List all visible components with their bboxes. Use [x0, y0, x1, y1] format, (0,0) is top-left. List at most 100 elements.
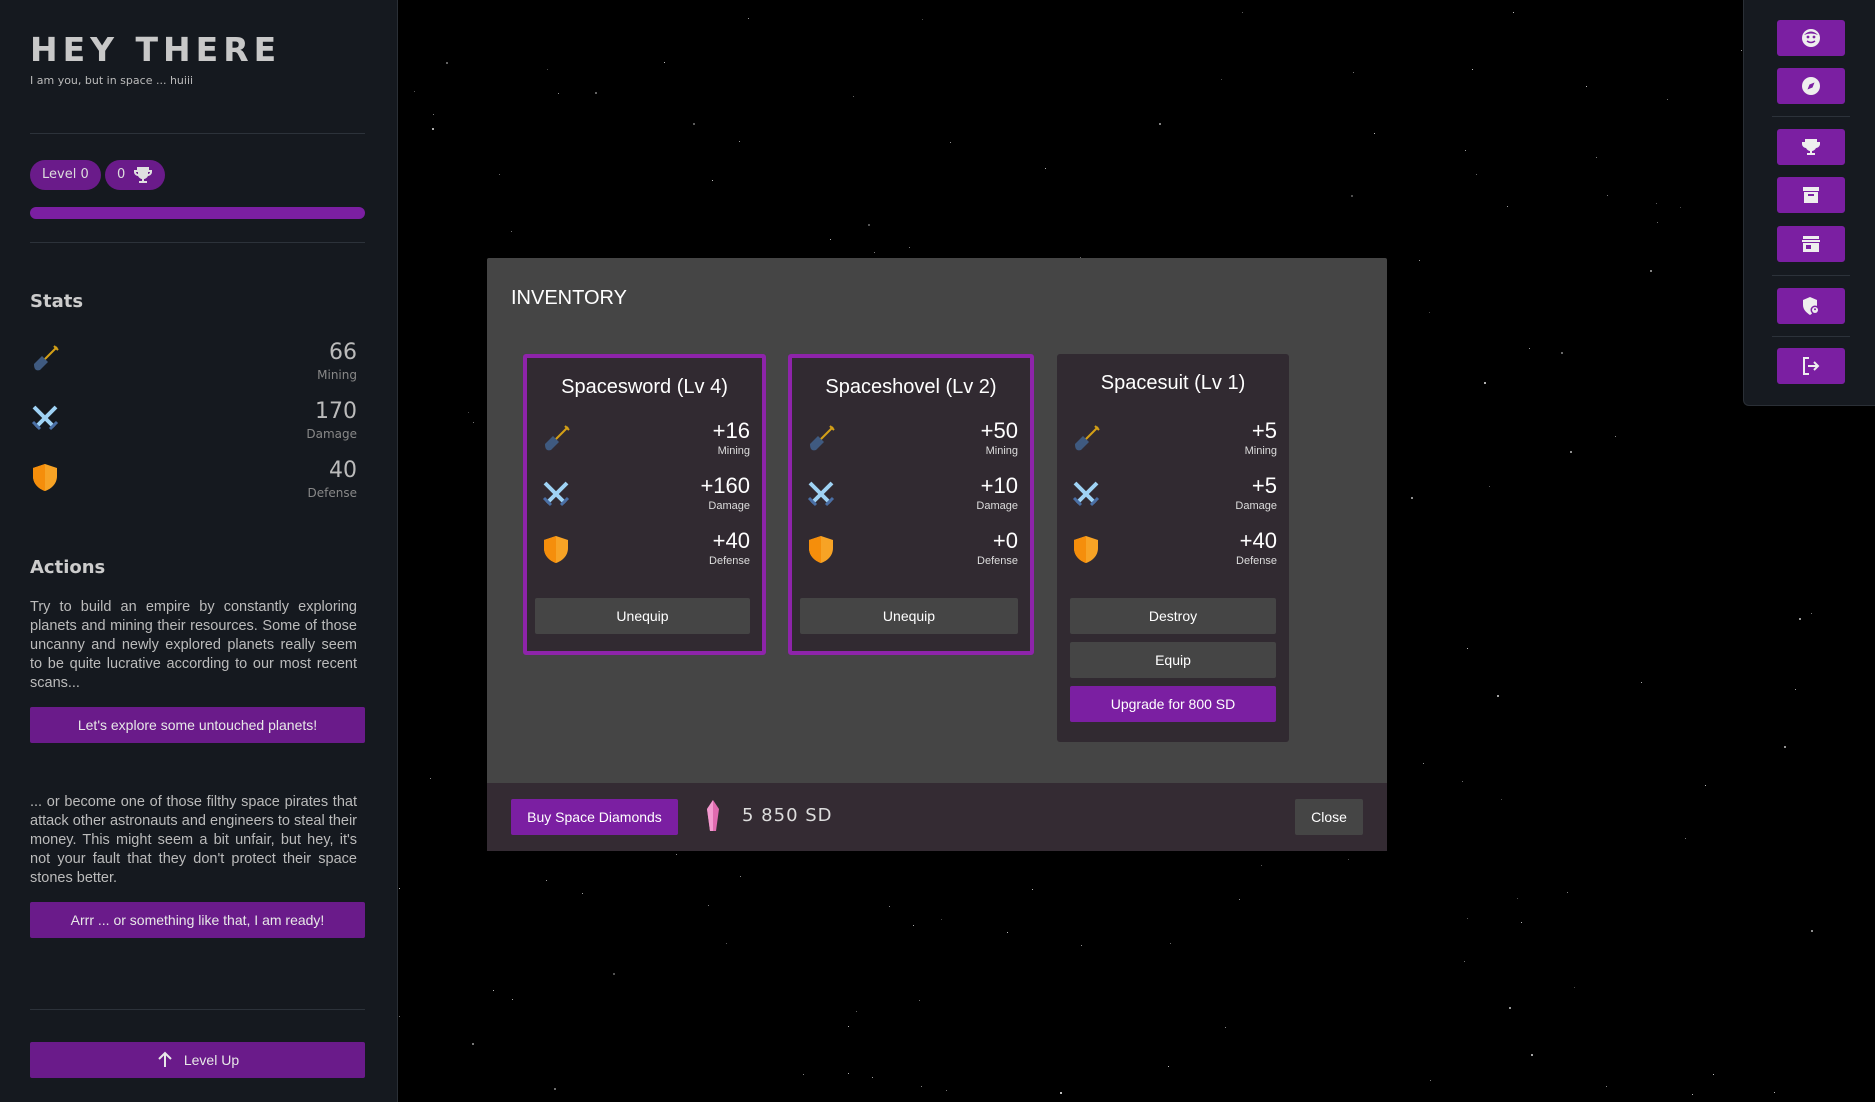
modal-footer: Buy Space Diamonds 5 850 SD Close: [487, 783, 1387, 851]
security-icon: [1803, 297, 1820, 315]
unequip-button[interactable]: Unequip: [800, 598, 1018, 634]
player-title: HEY THERE: [30, 30, 282, 69]
item-card-spaceshovel: Spaceshovel (Lv 2) +50 Mining +10 Damage: [788, 354, 1034, 655]
star: [712, 180, 713, 181]
star: [493, 990, 494, 991]
star: [1467, 648, 1468, 649]
star: [726, 943, 727, 944]
buy-space-diamonds-button[interactable]: Buy Space Diamonds: [511, 799, 678, 835]
right-navigation: [1743, 0, 1875, 406]
level-label: Level 0: [42, 167, 89, 182]
logout-nav-button[interactable]: [1777, 348, 1845, 384]
stat-label: Mining: [317, 368, 357, 382]
star: [1351, 195, 1353, 197]
star: [868, 224, 870, 226]
swords-icon: [542, 481, 570, 507]
inventory-modal: INVENTORY Spacesword (Lv 4) +16 Mining +…: [487, 258, 1387, 851]
stat-value: +40: [712, 528, 750, 553]
star: [693, 123, 695, 125]
store-icon: [1802, 236, 1820, 252]
star: [1081, 945, 1082, 946]
level-up-button[interactable]: Level Up: [30, 1042, 365, 1078]
logout-icon: [1803, 357, 1820, 375]
stat-label: Damage: [708, 500, 750, 512]
star: [803, 1074, 804, 1075]
star: [1607, 195, 1608, 196]
star: [889, 906, 890, 907]
item-name: Spacesuit (Lv 1): [1100, 372, 1246, 394]
destroy-button[interactable]: Destroy: [1070, 598, 1276, 634]
star: [922, 19, 923, 20]
star: [909, 247, 910, 248]
stat-value: 40: [329, 458, 357, 483]
diamond-icon: [707, 800, 719, 831]
star: [1429, 312, 1430, 313]
pirate-description: ... or become one of those filthy space …: [30, 794, 357, 886]
item-card-spacesuit: Spacesuit (Lv 1) +5 Mining +5 Damage +40…: [1057, 354, 1289, 742]
star: [511, 231, 512, 232]
stat-value: +16: [712, 418, 750, 443]
inventory-nav-button[interactable]: [1777, 177, 1845, 213]
equip-button[interactable]: Equip: [1070, 642, 1276, 678]
star: [1239, 899, 1240, 900]
sidebar: HEY THERE I am you, but in space ... hui…: [0, 0, 398, 1102]
unequip-button[interactable]: Unequip: [535, 598, 750, 634]
star: [848, 1073, 849, 1074]
star: [708, 905, 709, 906]
explore-button[interactable]: Let's explore some untouched planets!: [30, 707, 365, 743]
star: [547, 69, 548, 70]
trophy-icon: [1802, 139, 1820, 155]
star: [1465, 150, 1466, 151]
arrow-up-icon: [158, 1051, 172, 1067]
security-nav-button[interactable]: [1777, 288, 1845, 324]
star: [830, 239, 831, 240]
profile-nav-button[interactable]: [1777, 20, 1845, 56]
star: [1509, 1007, 1511, 1009]
star: [1225, 1027, 1226, 1028]
star: [1221, 79, 1222, 80]
stat-mining: 66 Mining: [30, 340, 357, 390]
star: [748, 18, 749, 19]
star: [1464, 961, 1465, 962]
star: [1531, 1054, 1533, 1056]
stat-value: +0: [992, 528, 1018, 553]
stat-value: +5: [1251, 418, 1277, 443]
star: [1713, 1074, 1714, 1075]
trophy-count: 0: [117, 167, 126, 182]
star: [1615, 436, 1616, 437]
star: [558, 93, 559, 94]
stat-value: 170: [315, 399, 357, 424]
star: [919, 1000, 920, 1001]
shield-icon: [544, 536, 568, 563]
star: [1045, 168, 1046, 169]
stat-label: Defense: [1236, 555, 1277, 567]
stats-heading: Stats: [30, 291, 84, 312]
star: [1472, 69, 1473, 70]
star: [1811, 930, 1813, 932]
star: [582, 893, 583, 894]
star: [432, 128, 434, 130]
stat-label: Damage: [1235, 500, 1277, 512]
shop-nav-button[interactable]: [1777, 226, 1845, 262]
star: [433, 114, 434, 115]
achievements-nav-button[interactable]: [1777, 129, 1845, 165]
stat-label: Mining: [717, 445, 750, 457]
star: [1411, 497, 1413, 499]
star: [1705, 785, 1706, 786]
explore-nav-button[interactable]: [1777, 68, 1845, 104]
trophy-icon: [134, 167, 153, 183]
star: [913, 925, 914, 926]
close-button[interactable]: Close: [1295, 799, 1363, 835]
star: [1574, 987, 1575, 988]
star: [664, 62, 665, 63]
star: [1667, 99, 1668, 100]
star: [1567, 892, 1568, 893]
star: [676, 854, 677, 855]
item-stat-damage: +160 Damage: [541, 473, 750, 521]
pirate-button[interactable]: Arrr ... or something like that, I am re…: [30, 902, 365, 938]
star: [1060, 1092, 1062, 1094]
item-stat-mining: +16 Mining: [541, 418, 750, 466]
star: [1561, 352, 1563, 354]
upgrade-button[interactable]: Upgrade for 800 SD: [1070, 686, 1276, 722]
star: [1811, 613, 1812, 614]
